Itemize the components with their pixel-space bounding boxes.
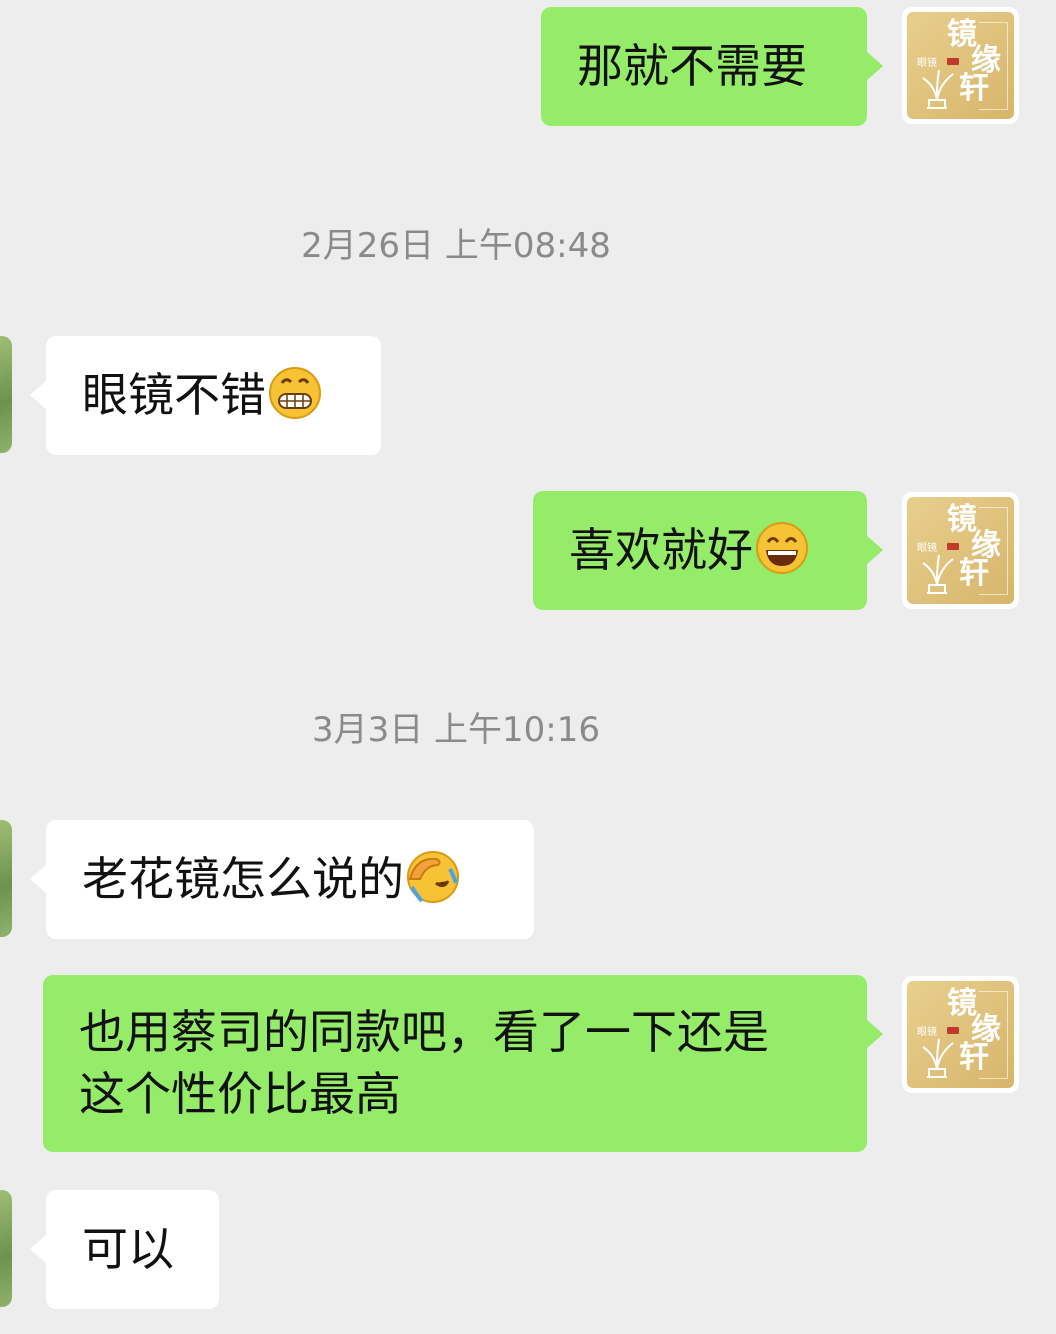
message-bubble-outgoing[interactable]: 那就不需要 bbox=[541, 7, 883, 126]
timestamp: 3月3日 上午10:16 bbox=[311, 710, 601, 750]
message-text: 可以 bbox=[82, 1222, 174, 1276]
glasses-shop-logo-icon: 镜 缘 轩 眼镜 bbox=[907, 981, 1014, 1088]
message-text: 那就不需要 bbox=[577, 39, 807, 93]
contact-avatar[interactable] bbox=[0, 336, 12, 453]
self-avatar[interactable]: 镜 缘 轩 眼镜 bbox=[902, 7, 1019, 124]
message-text-line: 也用蔡司的同款吧，看了一下还是 bbox=[79, 1005, 769, 1059]
message-bubble-incoming[interactable]: 眼镜不错 bbox=[30, 336, 381, 455]
facepalm-laughing-face-icon bbox=[407, 851, 459, 903]
message-text: 喜欢就好 bbox=[569, 523, 753, 577]
message-bubble-incoming[interactable]: 老花镜怎么说的 bbox=[30, 820, 534, 939]
timestamp: 2月26日 上午08:48 bbox=[301, 226, 611, 266]
self-avatar[interactable]: 镜 缘 轩 眼镜 bbox=[902, 976, 1019, 1093]
message-bubble-outgoing[interactable]: 也用蔡司的同款吧，看了一下还是 这个性价比最高 bbox=[43, 975, 883, 1152]
glasses-shop-logo-icon: 镜 缘 轩 眼镜 bbox=[907, 497, 1014, 604]
message-text-line: 这个性价比最高 bbox=[79, 1067, 401, 1121]
message-bubble-incoming[interactable]: 可以 bbox=[30, 1190, 219, 1309]
contact-avatar[interactable] bbox=[0, 1190, 12, 1307]
contact-avatar[interactable] bbox=[0, 820, 12, 937]
glasses-shop-logo-icon: 镜 缘 轩 眼镜 bbox=[907, 12, 1014, 119]
smiling-face-icon bbox=[756, 522, 808, 574]
message-text: 老花镜怎么说的 bbox=[82, 852, 404, 906]
message-bubble-outgoing[interactable]: 喜欢就好 bbox=[533, 491, 883, 610]
message-text: 眼镜不错 bbox=[82, 368, 266, 422]
self-avatar[interactable]: 镜 缘 轩 眼镜 bbox=[902, 492, 1019, 609]
grinning-teeth-face-icon bbox=[269, 367, 321, 419]
